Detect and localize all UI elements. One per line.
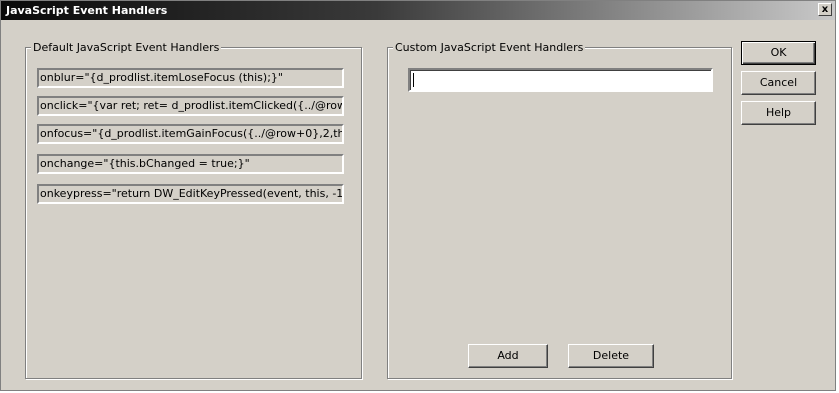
default-handlers-label: Default JavaScript Event Handlers (31, 41, 222, 54)
window-title: JavaScript Event Handlers (6, 4, 168, 17)
help-button[interactable]: Help (741, 101, 816, 125)
add-button[interactable]: Add (468, 344, 548, 368)
handler-onclick[interactable]: onclick="{var ret; ret= d_prodlist.itemC… (37, 96, 344, 116)
title-bar[interactable]: JavaScript Event Handlers x (1, 1, 835, 20)
ok-button[interactable]: OK (741, 41, 816, 65)
custom-handler-input[interactable] (408, 68, 713, 92)
custom-handlers-group: Custom JavaScript Event Handlers Add Del… (387, 41, 732, 379)
custom-handlers-label: Custom JavaScript Event Handlers (393, 41, 586, 54)
default-handlers-group: Default JavaScript Event Handlers onblur… (25, 41, 362, 379)
cancel-button[interactable]: Cancel (741, 71, 816, 95)
handler-onfocus[interactable]: onfocus="{d_prodlist.itemGainFocus({../@… (37, 124, 344, 144)
handler-onblur[interactable]: onblur="{d_prodlist.itemLoseFocus (this)… (37, 68, 344, 88)
text-caret (413, 73, 414, 87)
dialog-window: JavaScript Event Handlers x Default Java… (0, 0, 836, 391)
close-icon[interactable]: x (818, 3, 832, 16)
handler-onchange[interactable]: onchange="{this.bChanged = true;}" (37, 154, 344, 174)
delete-button[interactable]: Delete (568, 344, 654, 368)
handler-onkeypress[interactable]: onkeypress="return DW_EditKeyPressed(eve… (37, 184, 344, 204)
